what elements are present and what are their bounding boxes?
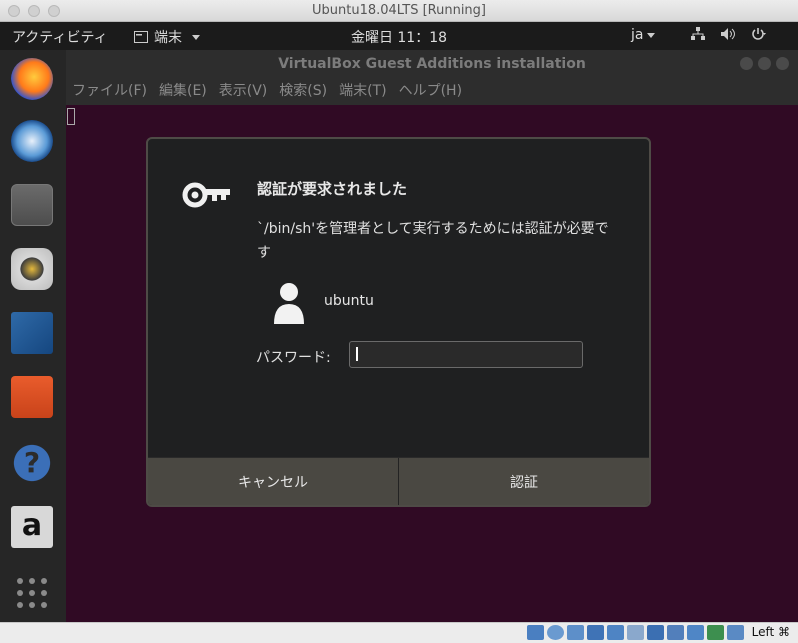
writer-icon[interactable] xyxy=(11,312,53,354)
menu-file[interactable]: ファイル(F) xyxy=(72,78,147,105)
minimize-icon[interactable] xyxy=(740,57,753,70)
optical-icon[interactable] xyxy=(547,625,564,640)
show-apps-icon[interactable] xyxy=(11,572,53,614)
key-icon xyxy=(182,182,230,208)
host-key-label: Left ⌘ xyxy=(751,625,790,639)
menu-help[interactable]: ヘルプ(H) xyxy=(399,78,462,105)
dialog-button-bar: キャンセル 認証 xyxy=(148,457,649,505)
dialog-title: 認証が要求されました xyxy=(257,180,408,198)
arrow-down-icon[interactable] xyxy=(727,625,744,640)
password-input[interactable] xyxy=(349,341,583,368)
network-icon[interactable] xyxy=(587,625,604,640)
cancel-button[interactable]: キャンセル xyxy=(148,458,398,505)
menu-edit[interactable]: 編集(E) xyxy=(159,78,207,105)
user-icon xyxy=(274,283,304,324)
software-icon[interactable] xyxy=(11,376,53,418)
hdd-icon[interactable] xyxy=(527,625,544,640)
guest-screen: アクティビティ 端末 金曜日 11：18 ja ? a VirtualBox G… xyxy=(0,22,798,622)
host-window-title: Ubuntu18.04LTS [Running] xyxy=(312,3,486,18)
text-caret xyxy=(356,347,358,361)
cpu-icon[interactable] xyxy=(667,625,684,640)
authenticate-button[interactable]: 認証 xyxy=(398,458,649,505)
network-icon xyxy=(691,27,705,40)
power-icon xyxy=(752,28,766,40)
mouse-integration-icon[interactable] xyxy=(687,625,704,640)
keyboard-capture-icon[interactable] xyxy=(707,625,724,640)
vm-status-icons xyxy=(527,625,744,640)
close-icon[interactable] xyxy=(776,57,789,70)
thunderbird-icon[interactable] xyxy=(11,120,53,162)
user-name: ubuntu xyxy=(324,293,374,309)
terminal-title: VirtualBox Guest Additions installation xyxy=(66,50,798,78)
chevron-down-icon xyxy=(647,32,656,38)
menu-view[interactable]: 表示(V) xyxy=(219,78,268,105)
password-label: パスワード: xyxy=(256,350,331,366)
menu-terminal[interactable]: 端末(T) xyxy=(339,78,386,105)
rhythmbox-icon[interactable] xyxy=(11,248,53,290)
system-menu[interactable] xyxy=(690,27,768,41)
firefox-icon[interactable] xyxy=(11,58,53,100)
dock: ? a xyxy=(0,50,66,622)
input-method-label: ja xyxy=(631,27,644,43)
menu-search[interactable]: 検索(S) xyxy=(279,78,327,105)
gnome-top-bar: アクティビティ 端末 金曜日 11：18 ja xyxy=(0,22,798,50)
help-icon[interactable]: ? xyxy=(11,442,53,484)
shared-folder-icon[interactable] xyxy=(607,625,624,640)
host-statusbar: Left ⌘ xyxy=(0,622,798,643)
host-titlebar: Ubuntu18.04LTS [Running] xyxy=(0,0,798,22)
display-icon[interactable] xyxy=(627,625,644,640)
auth-dialog: 認証が要求されました `/bin/sh'を管理者として実行するためには認証が必要… xyxy=(146,137,651,507)
volume-icon xyxy=(721,28,735,40)
terminal-menubar: ファイル(F) 編集(E) 表示(V) 検索(S) 端末(T) ヘルプ(H) xyxy=(66,78,798,105)
input-method-indicator[interactable]: ja xyxy=(631,27,656,43)
clock[interactable]: 金曜日 11：18 xyxy=(0,27,798,47)
dialog-message: `/bin/sh'を管理者として実行するためには認証が必要です xyxy=(257,221,609,261)
usb-icon[interactable] xyxy=(567,625,584,640)
grid-icon xyxy=(17,578,47,608)
amazon-icon[interactable]: a xyxy=(11,506,53,548)
maximize-icon[interactable] xyxy=(758,57,771,70)
terminal-cursor xyxy=(67,108,75,125)
video-capture-icon[interactable] xyxy=(647,625,664,640)
files-icon[interactable] xyxy=(11,184,53,226)
